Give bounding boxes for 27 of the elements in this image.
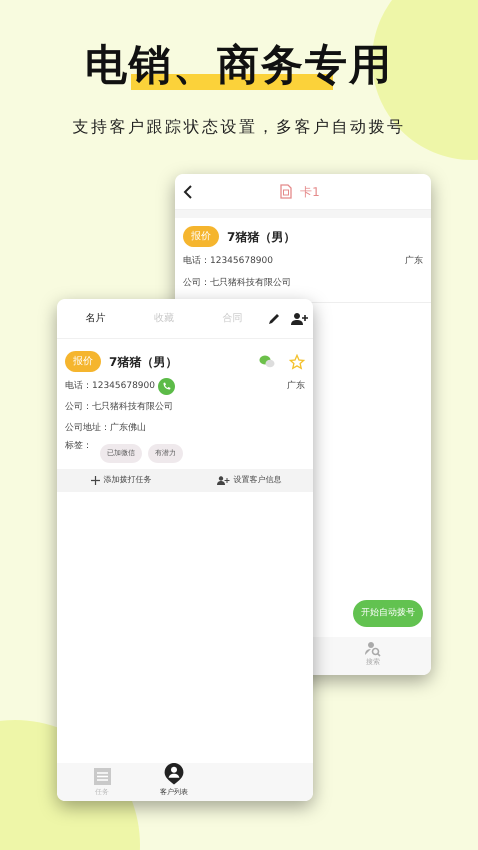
header-title: 卡1 (300, 184, 320, 200)
back-icon[interactable] (183, 184, 193, 198)
action-button[interactable]: 添加拨打任务 (57, 474, 185, 486)
auto-dial-button[interactable]: 开始自动拨号 (353, 600, 423, 627)
plus-icon (90, 476, 100, 484)
phone-number: 电话：12345678900 (183, 255, 273, 268)
add-person-icon[interactable] (291, 312, 309, 326)
sim-card-icon (280, 184, 292, 199)
star-icon[interactable] (289, 354, 305, 370)
status-tag: 报价 (183, 226, 219, 247)
tab[interactable]: 名片 (85, 311, 106, 326)
company-name: 公司：七只猪科技有限公司 (65, 401, 173, 414)
list-icon (94, 768, 110, 784)
company-name: 公司：七只猪科技有限公司 (183, 276, 291, 290)
phone-number: 电话：12345678900 (65, 380, 155, 393)
region-label: 广东 (405, 255, 423, 268)
company-address: 公司地址：广东佛山 (65, 422, 146, 434)
action-button[interactable]: 设置客户信息 (185, 474, 313, 486)
subheadline: 支持客户跟踪状态设置，多客户自动拨号 (72, 116, 406, 138)
person-search-icon (365, 641, 381, 657)
customer-name: 7猪猪（男） (227, 228, 296, 246)
customer-name: 7猪猪（男） (109, 354, 178, 370)
add-person-icon (216, 476, 230, 484)
edit-icon[interactable] (267, 312, 281, 326)
tags-label: 标签： (65, 440, 92, 453)
status-tag: 报价 (65, 351, 101, 372)
region-label: 广东 (287, 380, 305, 393)
